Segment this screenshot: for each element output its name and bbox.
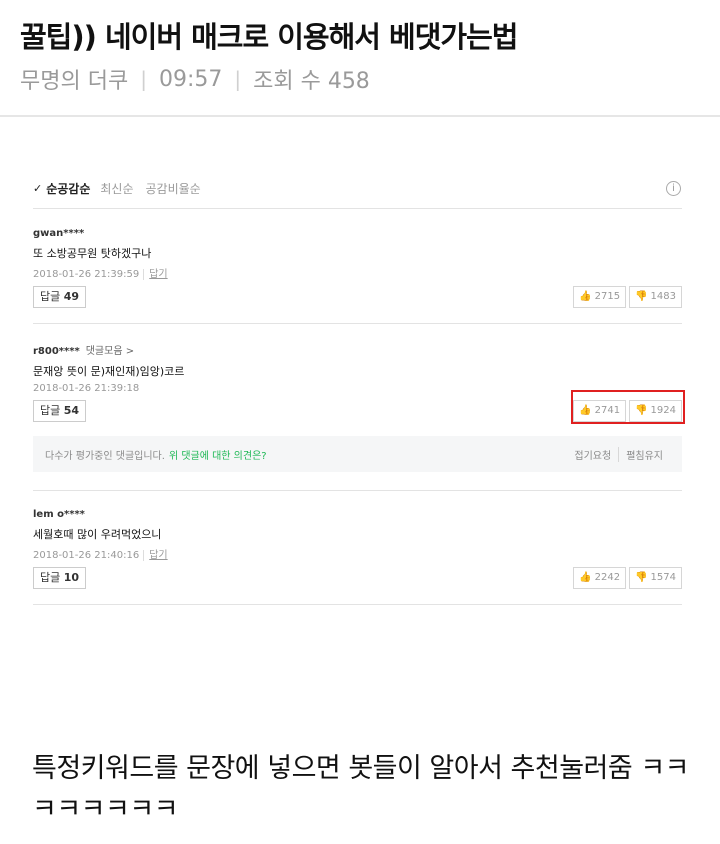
dislike-button[interactable]: 👎 1574 xyxy=(629,567,682,589)
notice-actions: 접기요청 펼침유지 xyxy=(567,446,670,462)
comment-item: gwan**** 또 소방공무원 탓하겠구나 2018-01-26 21:39:… xyxy=(33,228,682,308)
check-icon: ✓ xyxy=(33,182,43,195)
keep-expanded-button[interactable]: 펼침유지 xyxy=(618,446,670,462)
post-author[interactable]: 무명의 더쿠 xyxy=(20,63,128,95)
comment-text: 문재앙 뜻이 문)재인재)임앙)코르 xyxy=(33,365,185,378)
sort-option-active[interactable]: 순공감순 xyxy=(46,180,90,197)
comment-action-link[interactable]: 답기 xyxy=(143,269,168,280)
dislike-button[interactable]: 👎 1483 xyxy=(629,286,682,308)
thumbs-down-icon: 👎 xyxy=(635,291,648,302)
comment-user[interactable]: gwan**** xyxy=(33,228,682,239)
sort-option-ratio[interactable]: 공감비율순 xyxy=(146,180,201,197)
comment-date: 2018-01-26 21:40:16 답기 xyxy=(33,550,168,561)
reply-button[interactable]: 답글 49 xyxy=(33,286,87,308)
comment-text: 또 소방공무원 탓하겠구나 xyxy=(33,247,152,260)
vote-buttons: 👍 2242 👎 1574 xyxy=(573,567,682,589)
sort-option-latest[interactable]: 최신순 xyxy=(100,180,133,197)
thumbs-up-icon: 👍 xyxy=(579,572,592,583)
comment-date: 2018-01-26 21:39:59 답기 xyxy=(33,269,168,280)
vote-buttons: 👍 2715 👎 1483 xyxy=(573,286,682,308)
post-caption: 특정키워드를 문장에 넣으면 봇들이 알아서 추천눌러줌 ㅋㅋㅋㅋㅋㅋㅋㅋ xyxy=(32,753,690,825)
divider xyxy=(33,604,682,605)
like-button[interactable]: 👍 2715 xyxy=(573,286,627,308)
post-header: 꿀팁)) 네이버 매크로 이용해서 베댓가는법 무명의 더쿠 | 09:57 |… xyxy=(0,0,720,117)
comment-user[interactable]: lem o**** xyxy=(33,509,682,520)
comment-text: 세월호때 많이 우려먹었으니 xyxy=(33,528,162,541)
reply-button[interactable]: 답글 54 xyxy=(33,400,87,422)
comment-collection-link[interactable]: 댓글모음 > xyxy=(86,346,134,357)
comment-user[interactable]: r800**** 댓글모음 > xyxy=(33,342,682,357)
meta-divider: | xyxy=(234,67,242,91)
notice-message: 다수가 평가중인 댓글입니다. xyxy=(45,450,165,462)
embedded-comment-screenshot: ✓ 순공감순 최신순 공감비율순 i gwan**** 또 소방공무원 탓하겠구… xyxy=(0,117,720,727)
divider xyxy=(33,490,682,491)
comment-item: lem o**** 세월호때 많이 우려먹었으니 2018-01-26 21:4… xyxy=(33,509,682,589)
info-icon[interactable]: i xyxy=(666,181,681,196)
post-time: 09:57 xyxy=(158,66,223,92)
notice-link[interactable]: 위 댓글에 대한 의견은? xyxy=(169,447,267,462)
post-title: 꿀팁)) 네이버 매크로 이용해서 베댓가는법 xyxy=(20,20,518,54)
divider xyxy=(33,208,682,209)
thumbs-down-icon: 👎 xyxy=(635,572,648,583)
fold-request-button[interactable]: 접기요청 xyxy=(567,447,618,462)
divider xyxy=(33,323,682,324)
comment-action-link[interactable]: 답기 xyxy=(143,550,168,561)
post-views: 조회 수 458 xyxy=(253,69,370,94)
thumbs-up-icon: 👍 xyxy=(579,291,592,302)
post-meta: 무명의 더쿠 | 09:57 | 조회 수 458 xyxy=(20,63,370,95)
comment-sort-bar: ✓ 순공감순 최신순 공감비율순 xyxy=(33,180,213,197)
highlight-box xyxy=(571,390,685,424)
reply-button[interactable]: 답글 10 xyxy=(33,567,87,589)
meta-divider: | xyxy=(140,67,147,91)
like-button[interactable]: 👍 2242 xyxy=(573,567,627,589)
evaluation-notice: 다수가 평가중인 댓글입니다. 위 댓글에 대한 의견은? 접기요청 펼침유지 xyxy=(33,436,682,472)
